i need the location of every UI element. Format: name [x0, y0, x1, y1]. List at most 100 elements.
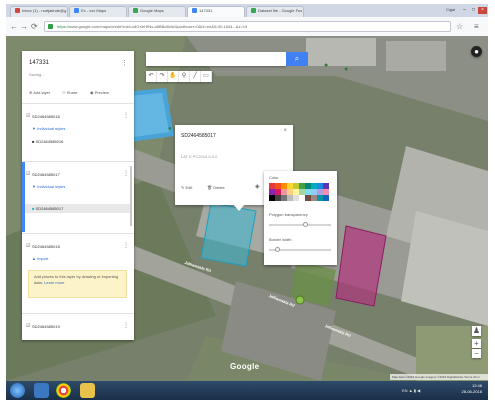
tab-label: Dataset file - Google Fus	[258, 8, 303, 13]
slider-handle[interactable]	[274, 247, 280, 252]
park-pin-icon[interactable]: ●	[168, 126, 172, 132]
chrome-icon[interactable]	[56, 383, 71, 398]
map-copyright: Map data ©2016 Google Imagery ©2016 Digi…	[390, 374, 488, 380]
paint-bucket-icon[interactable]: ◈	[255, 183, 260, 190]
park-pin-icon[interactable]: ●	[324, 62, 328, 69]
layer-name[interactable]: SD2464585017	[32, 172, 60, 177]
layer-menu-icon[interactable]: ⋮	[123, 112, 129, 119]
layer-menu-icon[interactable]: ⋮	[123, 322, 129, 329]
drawing-toolbar: ↶ ↷ ✋ ⚲ ╱ ▭	[146, 71, 212, 82]
popup-pointer	[233, 204, 245, 211]
layer-menu-icon[interactable]: ⋮	[123, 242, 129, 249]
tab-label: Ex - xxx Maps	[81, 8, 107, 13]
panel-scrollbar[interactable]	[130, 166, 132, 226]
reload-icon[interactable]: ⟳	[31, 22, 38, 31]
feature-item[interactable]: ■ SD2464585016	[32, 139, 63, 144]
close-icon[interactable]: ×	[283, 128, 287, 134]
map-title[interactable]: 147331	[29, 60, 49, 66]
layer-name[interactable]: SD2464585018	[32, 244, 60, 249]
flag-icon[interactable]: ▲	[409, 388, 413, 393]
tab-inbox[interactable]: Inbox (1) - nurtjatinde@g	[10, 6, 68, 17]
checkbox-checked-icon[interactable]: ☑	[26, 243, 30, 249]
delete-label: Delete	[213, 185, 225, 190]
feature-name: SD2464585017	[35, 206, 64, 211]
border-width-slider[interactable]	[269, 247, 331, 252]
border-width-label: Border width	[269, 237, 292, 242]
layer-name[interactable]: SD2464585016	[32, 114, 60, 119]
close-window-icon[interactable]: ×	[478, 7, 487, 14]
volume-icon[interactable]: ◀	[417, 388, 420, 393]
color-swatch[interactable]	[323, 195, 329, 201]
clock-date: 28-06-2016	[461, 389, 482, 394]
layer-style-link[interactable]: ▼ Individual styles	[32, 184, 65, 189]
feature-title[interactable]: SD2464585017	[181, 133, 216, 139]
tab-strip: Inbox (1) - nurtjatinde@g Ex - xxx Maps …	[6, 4, 488, 17]
feature-item[interactable]: ■ SD2464585017	[32, 206, 63, 211]
star-icon[interactable]: ☆	[456, 22, 463, 31]
import-link[interactable]: ▲ Import	[32, 256, 48, 261]
map-search-input[interactable]	[146, 52, 286, 66]
back-icon[interactable]: ←	[10, 22, 18, 31]
start-button[interactable]	[10, 383, 25, 398]
maximize-icon[interactable]: □	[469, 7, 478, 14]
marker-icon[interactable]: ⚲	[179, 71, 190, 82]
search-button[interactable]: ⌕	[286, 52, 308, 66]
tab-fusion[interactable]: Dataset file - Google Fus	[246, 6, 304, 17]
lang-indicator[interactable]: EN	[402, 388, 408, 393]
layer-name[interactable]: SD2464585019	[32, 324, 60, 329]
active-layer-indicator	[22, 162, 25, 232]
park-pin-icon[interactable]: ●	[344, 66, 348, 73]
edit-label: Edit	[185, 185, 193, 190]
layer-style-link[interactable]: ▼ Individual styles	[32, 126, 65, 131]
clock[interactable]: 12:46 28-06-2016	[462, 383, 482, 395]
save-status: Saving...	[29, 72, 45, 77]
preview-button[interactable]: ◉ Preview	[90, 90, 109, 95]
system-tray: EN ▲ ▮ ◀	[402, 388, 420, 393]
url-text: www.google.com/maps/d/edit?mid=zdGXeHfNs…	[69, 24, 248, 29]
share-button[interactable]: ⚇ Share	[62, 90, 77, 95]
tab-active-map[interactable]: 147331	[187, 6, 245, 17]
edit-button[interactable]: ✎ Edit	[181, 185, 192, 190]
checkbox-checked-icon[interactable]: ☑	[26, 323, 30, 329]
search-icon: ⌕	[294, 54, 300, 63]
line-icon[interactable]: ╱	[190, 71, 201, 82]
menu-icon[interactable]: ≡	[474, 22, 479, 31]
checkbox-checked-icon[interactable]: ☑	[26, 113, 30, 119]
transparency-slider[interactable]	[269, 222, 331, 227]
gmail-icon	[15, 8, 20, 14]
add-layer-button[interactable]: ⊕ Add layer	[29, 90, 50, 95]
lock-icon	[48, 24, 53, 29]
tab-label: Inbox (1) - nurtjatinde@g	[22, 8, 67, 13]
zoom-in-button[interactable]: +	[472, 339, 481, 348]
share-label: Share	[66, 90, 78, 95]
maps-icon	[133, 8, 138, 14]
url-scheme: https://	[57, 24, 70, 29]
window-user[interactable]: Cigal	[446, 7, 455, 12]
pegman-icon[interactable]: ♟	[472, 326, 481, 336]
undo-icon[interactable]: ↶	[146, 71, 157, 82]
ruler-icon[interactable]: ▭	[201, 71, 212, 82]
ie-icon[interactable]	[34, 383, 49, 398]
learn-more-link[interactable]: Learn more	[44, 280, 64, 285]
my-maps-icon	[192, 8, 197, 14]
hand-icon[interactable]: ✋	[168, 71, 179, 82]
style-picker: Color Polygon transparency Border width	[264, 171, 337, 265]
preview-label: Preview	[94, 90, 109, 95]
network-icon[interactable]: ▮	[414, 388, 416, 393]
checkbox-checked-icon[interactable]: ☑	[26, 171, 30, 177]
style-label: Individual styles	[37, 184, 66, 189]
minimize-icon[interactable]: –	[460, 7, 469, 14]
more-options-icon[interactable]: ⋮	[121, 59, 128, 67]
layer-menu-icon[interactable]: ⋮	[123, 170, 129, 177]
url-field[interactable]: https://www.google.com/maps/d/edit?mid=z…	[44, 21, 451, 32]
slider-handle[interactable]	[303, 222, 309, 227]
avatar[interactable]: ●	[471, 46, 482, 57]
redo-icon[interactable]: ↷	[157, 71, 168, 82]
tab-maps-1[interactable]: Ex - xxx Maps	[69, 6, 127, 17]
delete-button[interactable]: 🗑 Delete	[207, 185, 225, 190]
browser-window: Inbox (1) - nurtjatinde@g Ex - xxx Maps …	[6, 4, 488, 400]
zoom-out-button[interactable]: −	[472, 349, 481, 358]
folder-icon[interactable]	[80, 383, 95, 398]
tab-google-maps[interactable]: Google Maps	[128, 6, 186, 17]
forward-icon[interactable]: →	[20, 22, 28, 31]
